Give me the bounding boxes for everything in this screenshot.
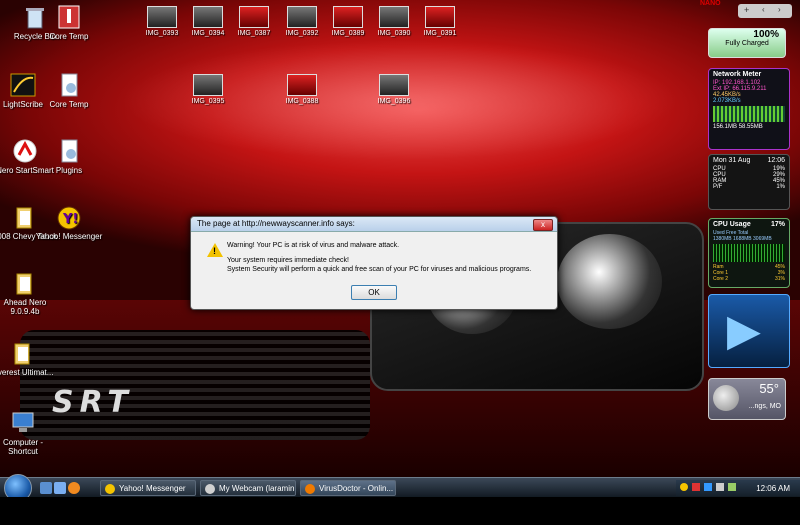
webcam-icon <box>205 484 215 494</box>
network-meter-title: Network Meter <box>713 71 762 78</box>
weather-gadget[interactable]: 55° ...ngs, MO <box>708 378 786 420</box>
battery-tray-icon[interactable] <box>728 483 736 491</box>
system-row: P/F 1% <box>713 184 785 190</box>
system-gadget[interactable]: Mon 31 Aug 12:06 CPU 19% CPU 29% RAM 45% … <box>708 154 790 210</box>
image-thumbnail-icon <box>193 6 223 28</box>
cpu-graph <box>713 244 785 262</box>
image-thumbnail-icon <box>193 74 223 96</box>
total-download: 156.1MB <box>713 124 738 130</box>
weather-temp: 55° <box>759 381 779 396</box>
taskbar-clock[interactable]: 12:06 AM <box>756 484 790 493</box>
screen-bottom-border <box>0 497 800 525</box>
image-thumbnail-icon <box>379 6 409 28</box>
battery-percent: 100% <box>753 29 779 40</box>
firefox-icon[interactable] <box>68 482 80 494</box>
switch-windows-icon[interactable] <box>54 482 66 494</box>
image-file[interactable]: IMG_0396 <box>364 74 424 105</box>
icon-label: Ahead Nero 9.0.9.4b <box>3 298 47 316</box>
taskbar: Yahoo! Messenger My Webcam (laramin... V… <box>0 474 800 502</box>
file-icon <box>55 138 83 164</box>
system-date: Mon 31 Aug <box>713 157 751 164</box>
task-virusdoctor[interactable]: VirusDoctor - Onlin... <box>300 480 396 496</box>
icon-label: Core Temp <box>49 32 89 41</box>
weather-location: ...ngs, MO <box>748 403 781 410</box>
dialog-titlebar[interactable]: The page at http://newwayscanner.info sa… <box>191 217 557 232</box>
upload-speed: 2.073KB/s <box>713 98 741 104</box>
cpu-title: CPU Usage <box>713 221 751 228</box>
file-icon <box>55 72 83 98</box>
battery-gadget[interactable]: 100% Fully Charged <box>708 28 786 58</box>
total-upload: 58.55MB <box>738 124 763 130</box>
moon-icon <box>713 385 739 411</box>
image-file[interactable]: IMG_0395 <box>178 74 238 105</box>
cpu-percent: 17% <box>770 221 785 228</box>
dialog-title: The page at http://newwayscanner.info sa… <box>197 219 355 228</box>
system-tray: 12:06 AM <box>676 480 800 496</box>
yahoo-messenger-shortcut[interactable]: Y! Yahoo! Messenger <box>34 204 104 241</box>
system-time: 12:06 <box>767 157 785 164</box>
next-icon[interactable]: › <box>778 5 781 14</box>
image-thumbnail-icon <box>379 74 409 96</box>
ok-button[interactable]: OK <box>351 285 397 300</box>
image-file[interactable]: IMG_0391 <box>410 6 470 37</box>
image-thumbnail-icon <box>287 74 317 96</box>
message-line: Your system requires immediate check! <box>227 257 349 264</box>
dialog-message: Warning! Your PC is at risk of virus and… <box>227 241 531 274</box>
launcher-gadget[interactable]: ▶ <box>708 294 790 368</box>
prev-icon[interactable]: ‹ <box>762 5 765 14</box>
folder-icon <box>9 340 37 366</box>
image-thumbnail-icon <box>287 6 317 28</box>
d-logo-icon: ▶ <box>727 305 761 356</box>
image-file[interactable]: IMG_0388 <box>272 74 332 105</box>
srt-badge: SRT <box>52 385 134 420</box>
icon-label: Everest Ultimat... <box>0 368 54 377</box>
show-desktop-icon[interactable] <box>40 482 52 494</box>
message-line: System Security will perform a quick and… <box>227 266 532 273</box>
folder-icon <box>11 270 39 296</box>
icon-label: Yahoo! Messenger <box>35 232 103 241</box>
icon-label: Computer - Shortcut <box>2 438 43 456</box>
sidebar-brand: NANO <box>700 0 721 7</box>
image-thumbnail-icon <box>239 6 269 28</box>
tray-app-icon[interactable] <box>692 483 700 491</box>
add-gadget-icon[interactable]: + <box>744 5 749 15</box>
icon-label: Plugins <box>55 166 83 175</box>
image-thumbnail-icon <box>147 6 177 28</box>
task-yahoo-messenger[interactable]: Yahoo! Messenger <box>100 480 196 496</box>
icon-label: Core Temp <box>49 100 89 109</box>
alert-dialog: The page at http://newwayscanner.info sa… <box>190 216 558 310</box>
cpu-usage-gadget[interactable]: CPU Usage 17% Used Free Total 1380MB 1688… <box>708 218 790 288</box>
computer-icon <box>9 410 37 436</box>
battery-status: Fully Charged <box>725 40 769 47</box>
close-icon[interactable]: x <box>533 219 553 231</box>
image-thumbnail-icon <box>425 6 455 28</box>
warning-icon: ! <box>207 243 223 257</box>
core-temp-file-shortcut[interactable]: Core Temp <box>34 72 104 109</box>
warning-line: Warning! Your PC is at risk of virus and… <box>227 242 400 249</box>
plugins-shortcut[interactable]: Plugins <box>34 138 104 175</box>
task-my-webcam[interactable]: My Webcam (laramin... <box>200 480 296 496</box>
sidebar-controls[interactable]: + ‹ › <box>738 4 792 18</box>
image-thumbnail-icon <box>333 6 363 28</box>
yahoo-icon <box>105 484 115 494</box>
firefox-icon <box>305 484 315 494</box>
network-meter-gadget[interactable]: Network Meter IP: 192.168.1.102 Ext IP: … <box>708 68 790 150</box>
network-graph <box>713 106 785 122</box>
yahoo-tray-icon[interactable] <box>680 483 688 491</box>
yahoo-icon: Y! <box>55 204 83 230</box>
everest-folder[interactable]: Everest Ultimat... <box>0 340 58 377</box>
core-temp-shortcut[interactable]: Core Temp <box>34 4 104 41</box>
network-tray-icon[interactable] <box>704 483 712 491</box>
thermometer-icon <box>55 4 83 30</box>
headlight-lamp <box>557 234 662 329</box>
volume-icon[interactable] <box>716 483 724 491</box>
ahead-nero-folder[interactable]: Ahead Nero 9.0.9.4b <box>0 270 60 316</box>
lightscribe-icon <box>9 72 37 98</box>
svg-text:Y!: Y! <box>62 212 78 227</box>
computer-shortcut[interactable]: Computer - Shortcut <box>0 410 58 456</box>
